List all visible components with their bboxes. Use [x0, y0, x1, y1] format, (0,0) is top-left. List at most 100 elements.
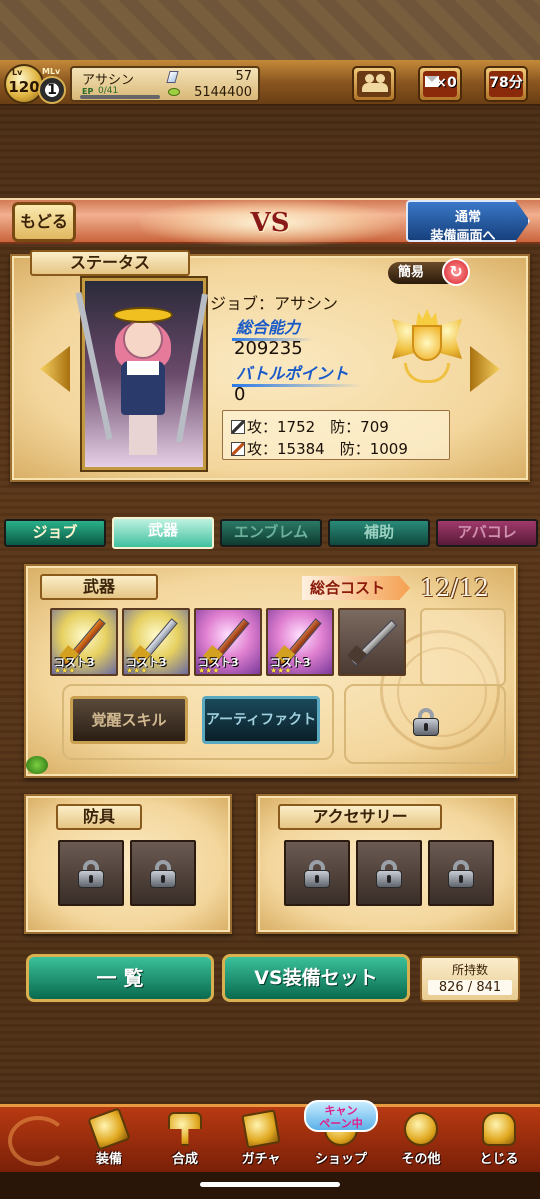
nav-synthesis[interactable]: 合成	[150, 1110, 220, 1168]
armor-slot-2[interactable]	[130, 840, 196, 906]
ep-progress-bar	[80, 95, 160, 99]
emblem-crest-icon	[390, 305, 464, 389]
battle-point-label: バトルポイント	[231, 360, 364, 387]
gear-icon	[404, 1112, 438, 1146]
back-button[interactable]: もどる	[12, 202, 76, 242]
armor-slot-1[interactable]	[58, 840, 124, 906]
mail-count: ×0	[435, 75, 457, 91]
frog-icon	[26, 756, 48, 774]
nav-close-label: とじる	[479, 1152, 519, 1167]
physical-stats-text: 攻：1752 防：709	[247, 418, 389, 436]
vs-equip-set-button[interactable]: VS装備セット	[222, 954, 410, 1002]
tab-avatar-collection[interactable]: アバコレ	[436, 519, 538, 547]
nav-gacha[interactable]: ガチャ	[226, 1109, 296, 1168]
simple-toggle-label: 簡易	[398, 265, 425, 280]
gold-count: 5144400	[194, 85, 252, 100]
tab-job[interactable]: ジョブ	[4, 519, 106, 547]
total-power-label: 総合能力	[231, 314, 315, 341]
accessory-slot-2[interactable]	[356, 840, 422, 906]
normal-equip-line2: 装備画面へ	[430, 229, 496, 244]
lock-icon	[448, 860, 474, 888]
lock-icon	[376, 860, 402, 888]
total-cost-label: 総合コスト	[302, 576, 410, 600]
total-cost-value: 12/12	[420, 574, 490, 602]
lock-icon	[150, 860, 176, 888]
owned-value: 826 / 841	[428, 980, 512, 995]
weapon-stars: ★★★	[54, 666, 76, 675]
nav-equip[interactable]: 装備	[74, 1107, 144, 1168]
tab-job-label: ジョブ	[32, 523, 78, 541]
friends-icon	[362, 74, 388, 92]
character-portrait[interactable]	[75, 278, 208, 470]
nav-other[interactable]: その他	[386, 1110, 456, 1168]
list-button[interactable]: 一 覧	[26, 954, 214, 1002]
tab-emblem[interactable]: エンブレム	[220, 519, 322, 547]
armor-ribbon-label: 防具	[82, 807, 115, 826]
total-power-value: 209235	[234, 338, 303, 359]
tab-weapon[interactable]: 武器	[112, 517, 214, 549]
weapon-slot-empty[interactable]	[338, 608, 406, 676]
back-button-label: もどる	[20, 212, 68, 231]
sword-icon	[231, 420, 245, 434]
equip-icon	[87, 1107, 131, 1151]
nav-gacha-label: ガチャ	[241, 1152, 281, 1167]
awaken-skill-label: 覚醒スキル	[91, 711, 167, 729]
stamina-button[interactable]: 78分	[484, 66, 528, 102]
owned-label: 所持数	[451, 963, 488, 977]
tab-emblem-label: エンブレム	[233, 523, 309, 541]
footer-decoration	[8, 1116, 68, 1166]
player-panel: アサシン EP 0/41 57 5144400	[70, 66, 260, 102]
job-label: ジョブ：アサシン	[210, 294, 339, 313]
weapon-slot-1[interactable]: コスト3 ★★★	[50, 608, 118, 676]
artifact-label: アーティファクト	[205, 712, 317, 728]
weapon-stars: ★★★	[270, 666, 292, 675]
attack-defense-box: 攻：1752 防：709 攻：15384 防：1009	[222, 410, 450, 460]
magic-stats-row: 攻：15384 防：1009	[231, 438, 408, 459]
weapon-stars: ★★★	[198, 666, 220, 675]
lock-icon	[78, 860, 104, 888]
friends-button[interactable]	[352, 66, 396, 102]
lock-icon[interactable]	[413, 708, 439, 736]
weapon-slot-3[interactable]: コスト3 ★★★	[194, 608, 262, 676]
campaign-badge[interactable]: キャン ペーン中	[304, 1100, 378, 1132]
weapon-slot-locked-frame	[420, 608, 506, 686]
tab-support[interactable]: 補助	[328, 519, 430, 547]
accessory-slot-3[interactable]	[428, 840, 494, 906]
nav-shop-label: ショップ	[314, 1152, 367, 1167]
accessory-ribbon-label: アクセサリー	[312, 807, 408, 826]
normal-equip-button[interactable]: 通常 装備画面へ	[406, 200, 530, 242]
tab-support-label: 補助	[363, 523, 394, 541]
owned-count-box: 所持数 826 / 841	[420, 956, 520, 1002]
top-pattern	[0, 0, 540, 60]
refresh-icon[interactable]: ↻	[442, 258, 470, 286]
nav-close[interactable]: とじる	[464, 1110, 534, 1168]
nav-synthesis-label: 合成	[171, 1152, 198, 1167]
crystal-count: 57	[235, 69, 252, 84]
mail-button[interactable]: ×0	[418, 66, 462, 102]
vs-equip-set-label: VS装備セット	[254, 967, 378, 989]
list-button-label: 一 覧	[96, 966, 144, 990]
status-ribbon-label: ステータス	[69, 253, 150, 272]
hammer-icon	[168, 1112, 202, 1146]
stamina-time: 78分	[489, 75, 523, 91]
mlv-badge: MLv 1	[38, 67, 66, 104]
accessory-slot-1[interactable]	[284, 840, 350, 906]
gold-icon	[168, 88, 180, 96]
weapon-slot-2[interactable]: コスト3 ★★★	[122, 608, 190, 676]
magic-stats-text: 攻：15384 防：1009	[247, 440, 408, 458]
level-label: Lv	[12, 68, 23, 77]
battle-point-value: 0	[234, 384, 246, 405]
weapon-ribbon-label: 武器	[82, 577, 115, 596]
weapon-slot-4[interactable]: コスト3 ★★★	[266, 608, 334, 676]
home-indicator[interactable]	[200, 1182, 340, 1187]
weapon-stars: ★★★	[126, 666, 148, 675]
gacha-card-icon	[241, 1109, 281, 1149]
tab-avatar-collection-label: アバコレ	[457, 523, 517, 541]
crystal-icon	[166, 71, 179, 83]
status-ribbon: ステータス	[30, 250, 190, 276]
artifact-button[interactable]: アーティファクト	[202, 696, 320, 744]
awaken-skill-button[interactable]: 覚醒スキル	[70, 696, 188, 744]
level-value: 120	[8, 78, 40, 96]
nav-equip-label: 装備	[95, 1152, 122, 1167]
staff-icon	[231, 442, 245, 456]
